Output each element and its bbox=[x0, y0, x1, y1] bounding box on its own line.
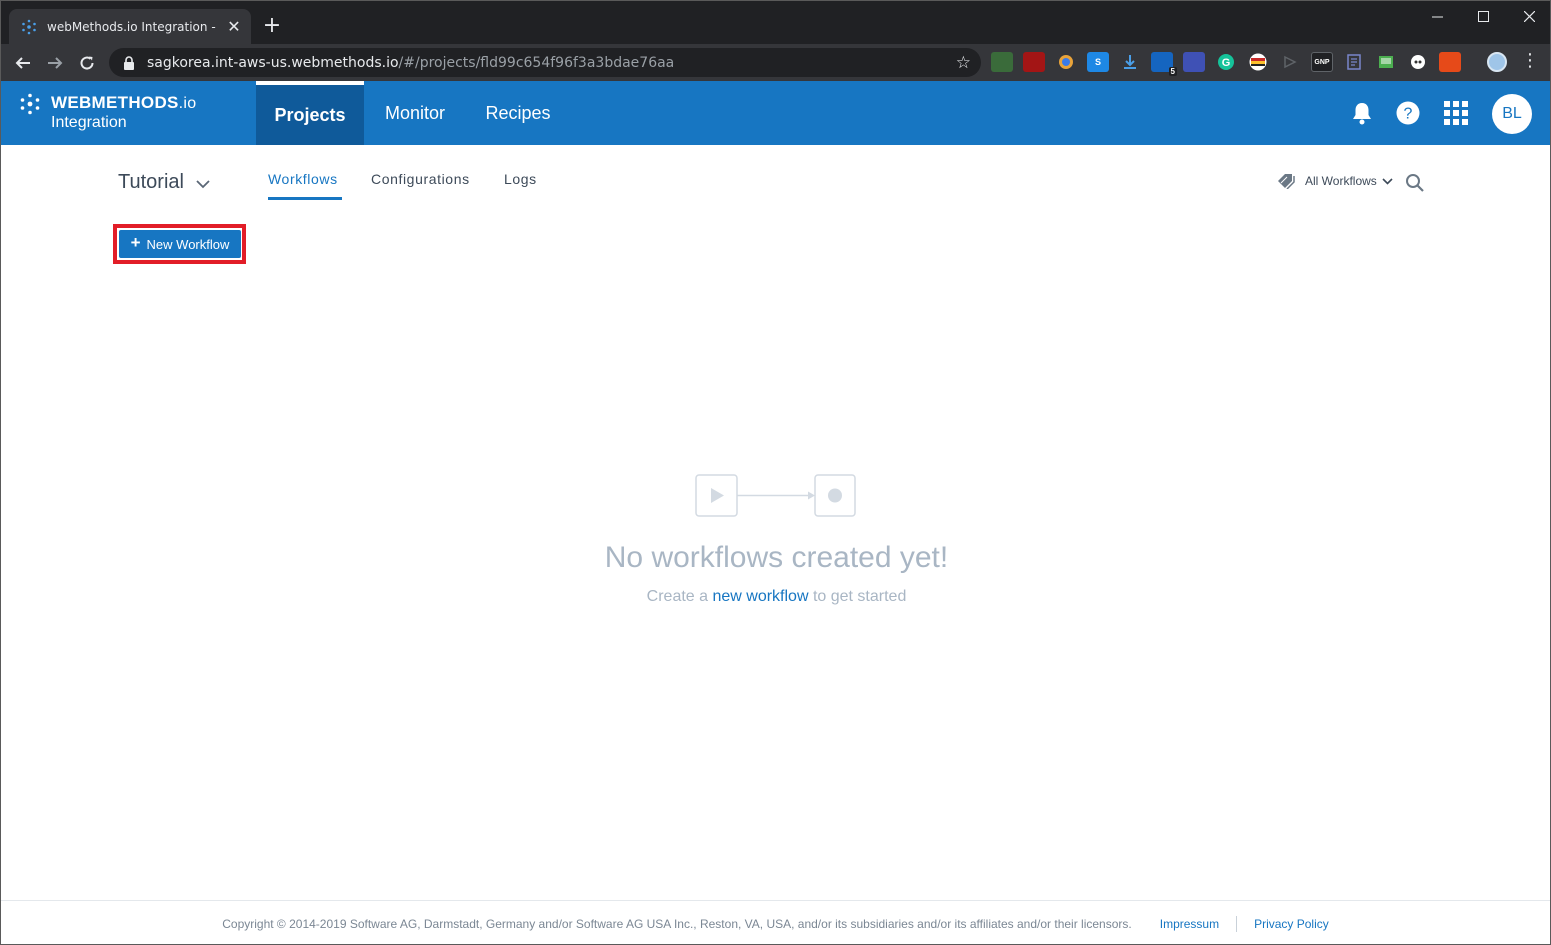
bell-icon[interactable] bbox=[1347, 98, 1377, 128]
flag-extension-icon[interactable] bbox=[1247, 52, 1269, 72]
tab-strip: webMethods.io Integration - W ✕ + bbox=[1, 1, 1550, 44]
grammarly-icon[interactable]: G bbox=[1215, 52, 1237, 72]
red-extension-icon[interactable] bbox=[1439, 52, 1461, 72]
tag-icon bbox=[1277, 173, 1297, 189]
webmethods-logo[interactable]: WEBMETHODS.io Integration bbox=[19, 93, 196, 132]
maximize-icon[interactable] bbox=[1460, 1, 1506, 31]
bookmark-star-icon[interactable]: ☆ bbox=[956, 53, 971, 73]
empty-state-prefix: Create a bbox=[646, 588, 713, 605]
webmethods-favicon-icon bbox=[21, 19, 37, 35]
brand-name: WEBMETHODS bbox=[51, 93, 179, 112]
workflow-empty-illustration-icon bbox=[695, 474, 856, 517]
project-name: Tutorial bbox=[118, 171, 184, 193]
tab-workflows[interactable]: Workflows bbox=[268, 171, 338, 187]
tab-title: webMethods.io Integration - W bbox=[47, 19, 219, 34]
browser-toolbar: sagkorea.int-aws-us.webmethods.io /#/pro… bbox=[1, 44, 1550, 81]
address-bar[interactable]: sagkorea.int-aws-us.webmethods.io /#/pro… bbox=[109, 48, 981, 77]
workflow-filter-dropdown[interactable]: All Workflows bbox=[1277, 173, 1393, 189]
reload-icon[interactable] bbox=[71, 47, 103, 79]
app-header: WEBMETHODS.io Integration Projects Monit… bbox=[1, 81, 1550, 145]
nav-projects[interactable]: Projects bbox=[256, 81, 364, 145]
url-host: sagkorea.int-aws-us.webmethods.io bbox=[147, 54, 399, 71]
new-workflow-button[interactable]: + New Workflow bbox=[119, 230, 241, 258]
image-extension-icon[interactable] bbox=[1375, 52, 1397, 72]
extension-badge-count: 5 bbox=[1168, 67, 1177, 76]
project-selector[interactable]: Tutorial bbox=[118, 170, 210, 195]
checklist-extension-icon[interactable] bbox=[1183, 52, 1205, 72]
browser-tab[interactable]: webMethods.io Integration - W ✕ bbox=[9, 9, 251, 44]
minimize-icon[interactable] bbox=[1414, 1, 1460, 31]
brand-suffix: .io bbox=[178, 95, 197, 112]
chevron-down-icon bbox=[196, 172, 210, 195]
lock-icon bbox=[121, 55, 137, 71]
gnp-extension-icon[interactable]: GNP bbox=[1311, 52, 1333, 72]
profile-avatar-icon[interactable] bbox=[1487, 52, 1507, 72]
footer-divider bbox=[1236, 915, 1238, 932]
white-circle-extension-icon[interactable] bbox=[1407, 52, 1429, 72]
new-workflow-label: New Workflow bbox=[146, 236, 230, 252]
tab-configurations[interactable]: Configurations bbox=[371, 171, 470, 187]
download-extension-icon[interactable] bbox=[1119, 52, 1141, 72]
window-close-icon[interactable] bbox=[1506, 1, 1550, 31]
s-extension-icon[interactable]: S bbox=[1087, 52, 1109, 72]
arrow-extension-icon[interactable] bbox=[1279, 52, 1301, 72]
tab-logs[interactable]: Logs bbox=[504, 171, 537, 187]
plus-icon: + bbox=[130, 233, 141, 252]
badge-extension-icon[interactable]: 5 bbox=[1151, 52, 1177, 76]
filter-label: All Workflows bbox=[1305, 174, 1377, 188]
help-icon[interactable]: ? bbox=[1393, 98, 1423, 128]
svg-text:G: G bbox=[1222, 57, 1231, 69]
new-workflow-link[interactable]: new workflow bbox=[712, 588, 808, 605]
app-grid-icon[interactable] bbox=[1441, 98, 1471, 128]
url-path: /#/projects/fld99c654f96f3a3bdae76aa bbox=[398, 54, 675, 71]
browser-window: webMethods.io Integration - W ✕ + sagkor… bbox=[0, 0, 1551, 945]
impressum-link[interactable]: Impressum bbox=[1160, 917, 1219, 931]
empty-state-suffix: to get started bbox=[808, 588, 907, 605]
empty-state-subtitle: Create a new workflow to get started bbox=[1, 588, 1550, 606]
user-avatar[interactable]: BL bbox=[1492, 94, 1532, 134]
notes-extension-icon[interactable] bbox=[1343, 52, 1365, 72]
new-tab-button[interactable]: + bbox=[259, 13, 285, 39]
back-arrow-icon[interactable] bbox=[7, 47, 39, 79]
forward-arrow-icon[interactable] bbox=[39, 47, 71, 79]
nav-monitor[interactable]: Monitor bbox=[371, 81, 459, 145]
webmethods-logo-icon bbox=[20, 93, 40, 115]
tab-close-icon[interactable]: ✕ bbox=[225, 17, 243, 37]
search-icon[interactable] bbox=[1405, 173, 1425, 193]
active-tab-indicator bbox=[268, 197, 342, 200]
filter-chevron-down-icon bbox=[1382, 177, 1393, 185]
copyright-text: Copyright © 2014-2019 Software AG, Darms… bbox=[222, 916, 1132, 931]
extensions-row: S 5 G GNP bbox=[991, 52, 1471, 76]
nav-recipes[interactable]: Recipes bbox=[476, 81, 560, 145]
browser-menu-icon[interactable]: ⋮ bbox=[1521, 50, 1539, 71]
privacy-policy-link[interactable]: Privacy Policy bbox=[1254, 917, 1329, 931]
extension-green-icon[interactable] bbox=[991, 52, 1013, 72]
svg-text:?: ? bbox=[1404, 106, 1413, 123]
empty-state-title: No workflows created yet! bbox=[604, 541, 949, 574]
product-name: Integration bbox=[51, 114, 127, 131]
color-wheel-extension-icon[interactable] bbox=[1055, 52, 1077, 72]
pdf-extension-icon[interactable] bbox=[1023, 52, 1045, 72]
page-footer: Copyright © 2014-2019 Software AG, Darms… bbox=[1, 900, 1550, 944]
